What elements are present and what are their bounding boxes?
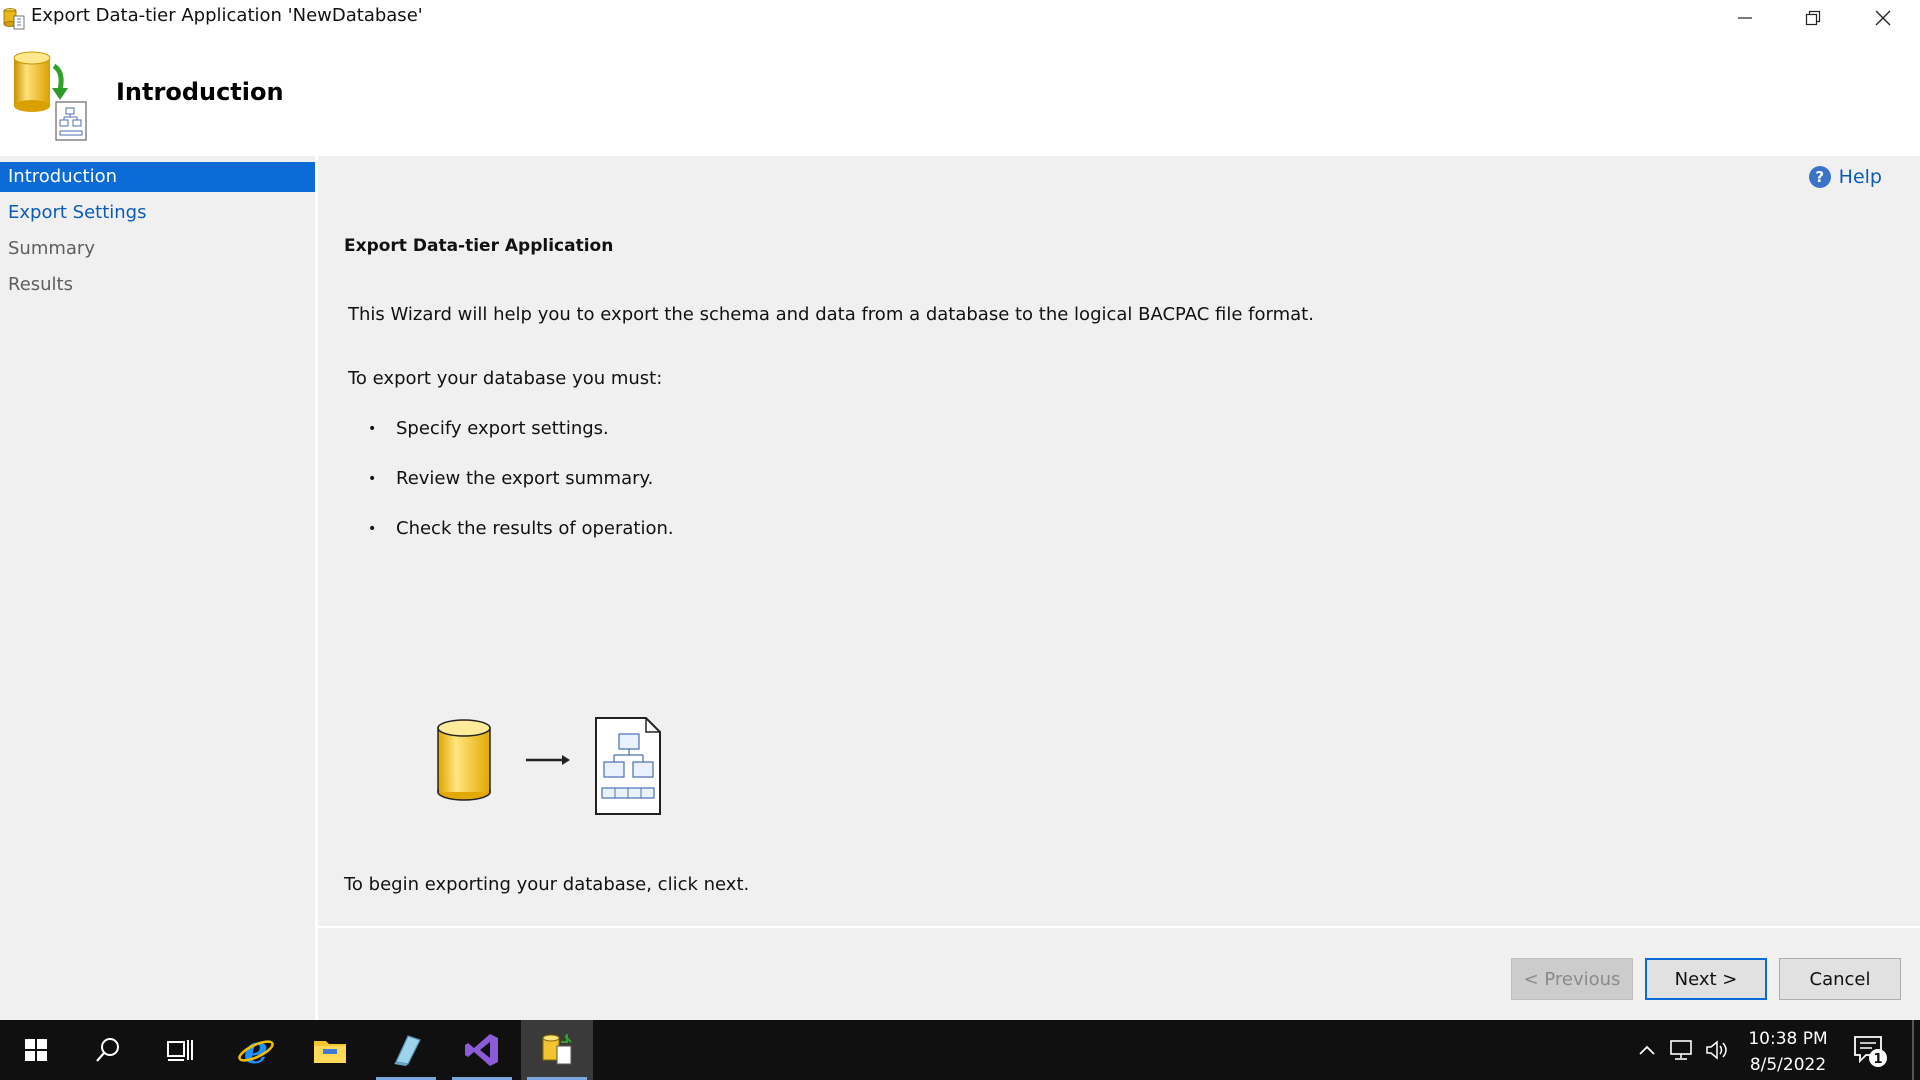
requirements-text: To export your database you must: (348, 368, 663, 389)
chevron-up-icon (1639, 1045, 1655, 1055)
section-heading: Export Data-tier Application (344, 236, 614, 256)
wizard-footer: < Previous Next > Cancel (318, 928, 1920, 1020)
intro-text: This Wizard will help you to export the … (348, 304, 1314, 325)
list-item-text: Check the results of operation. (396, 518, 674, 539)
notification-icon: 1 (1854, 1036, 1887, 1067)
nav-item-introduction[interactable]: Introduction (0, 162, 315, 192)
help-link[interactable]: ? Help (1808, 166, 1882, 188)
taskbar-clock[interactable]: 10:38 PM 8/5/2022 (1738, 1026, 1838, 1078)
taskbar-app-internet-explorer[interactable]: e (220, 1020, 292, 1080)
bacpac-file-icon (595, 717, 661, 815)
help-label: Help (1838, 166, 1882, 188)
nav-item-export-settings[interactable]: Export Settings (0, 198, 315, 228)
wizard-header: Introduction (0, 36, 1920, 156)
sql-server-management-studio-icon (394, 1035, 421, 1066)
minimize-icon (1738, 17, 1752, 19)
windows-start-icon (25, 1039, 47, 1061)
app-icon (3, 8, 25, 30)
taskbar-app-visual-studio[interactable] (446, 1020, 518, 1080)
nav-item-summary: Summary (8, 238, 95, 259)
export-database-icon (13, 51, 87, 141)
begin-instruction-text: To begin exporting your database, click … (344, 874, 750, 895)
restore-button[interactable] (1778, 0, 1848, 36)
export-diagram (437, 717, 661, 815)
previous-button: < Previous (1511, 958, 1633, 1000)
close-button[interactable] (1848, 0, 1918, 36)
internet-explorer-icon: e (238, 1031, 274, 1069)
next-button[interactable]: Next > (1645, 958, 1767, 1000)
task-view-button[interactable] (144, 1020, 216, 1080)
help-icon: ? (1808, 166, 1831, 188)
clock-date: 8/5/2022 (1749, 1055, 1827, 1075)
taskbar-app-file-explorer[interactable] (294, 1020, 366, 1080)
network-tray-button[interactable] (1668, 1038, 1696, 1062)
search-button[interactable] (72, 1020, 144, 1080)
task-view-icon (167, 1040, 193, 1061)
search-icon (96, 1038, 119, 1062)
list-item-text: Review the export summary. (396, 468, 654, 489)
notification-count: 1 (1873, 1052, 1882, 1067)
clock-time: 10:38 PM (1748, 1029, 1828, 1049)
list-item: • Check the results of operation. (368, 518, 674, 539)
export-wizard-app-icon (542, 1034, 572, 1065)
volume-tray-button[interactable] (1704, 1038, 1732, 1062)
title-bar: Export Data-tier Application 'NewDatabas… (0, 0, 1920, 36)
action-center-button[interactable]: 1 (1852, 1034, 1888, 1068)
window-title: Export Data-tier Application 'NewDatabas… (31, 5, 423, 26)
start-button[interactable] (0, 1020, 72, 1080)
visual-studio-icon (465, 1034, 498, 1066)
minimize-button[interactable] (1710, 0, 1780, 36)
show-hidden-icons-button[interactable] (1636, 1038, 1658, 1062)
taskbar: e 10:38 PM 8/5/2022 1 (0, 1020, 1920, 1080)
wizard-step-nav: Introduction Export Settings Summary Res… (0, 156, 315, 1020)
nav-item-results: Results (8, 274, 73, 295)
taskbar-app-export-wizard[interactable] (521, 1020, 593, 1080)
list-item-text: Specify export settings. (396, 418, 609, 439)
database-icon (437, 719, 491, 801)
volume-icon (1706, 1040, 1727, 1060)
list-item: • Specify export settings. (368, 418, 609, 439)
close-icon (1875, 10, 1891, 26)
taskbar-app-sql-server-management-studio[interactable] (370, 1020, 442, 1080)
wizard-content: ? Help Export Data-tier Application This… (318, 156, 1920, 926)
page-title: Introduction (116, 78, 284, 106)
file-explorer-icon (314, 1041, 346, 1063)
right-arrow-icon (526, 755, 570, 765)
network-icon (1670, 1040, 1692, 1060)
show-desktop-button[interactable] (1912, 1020, 1914, 1080)
restore-icon (1805, 10, 1821, 26)
cancel-button[interactable]: Cancel (1779, 958, 1901, 1000)
list-item: • Review the export summary. (368, 468, 654, 489)
